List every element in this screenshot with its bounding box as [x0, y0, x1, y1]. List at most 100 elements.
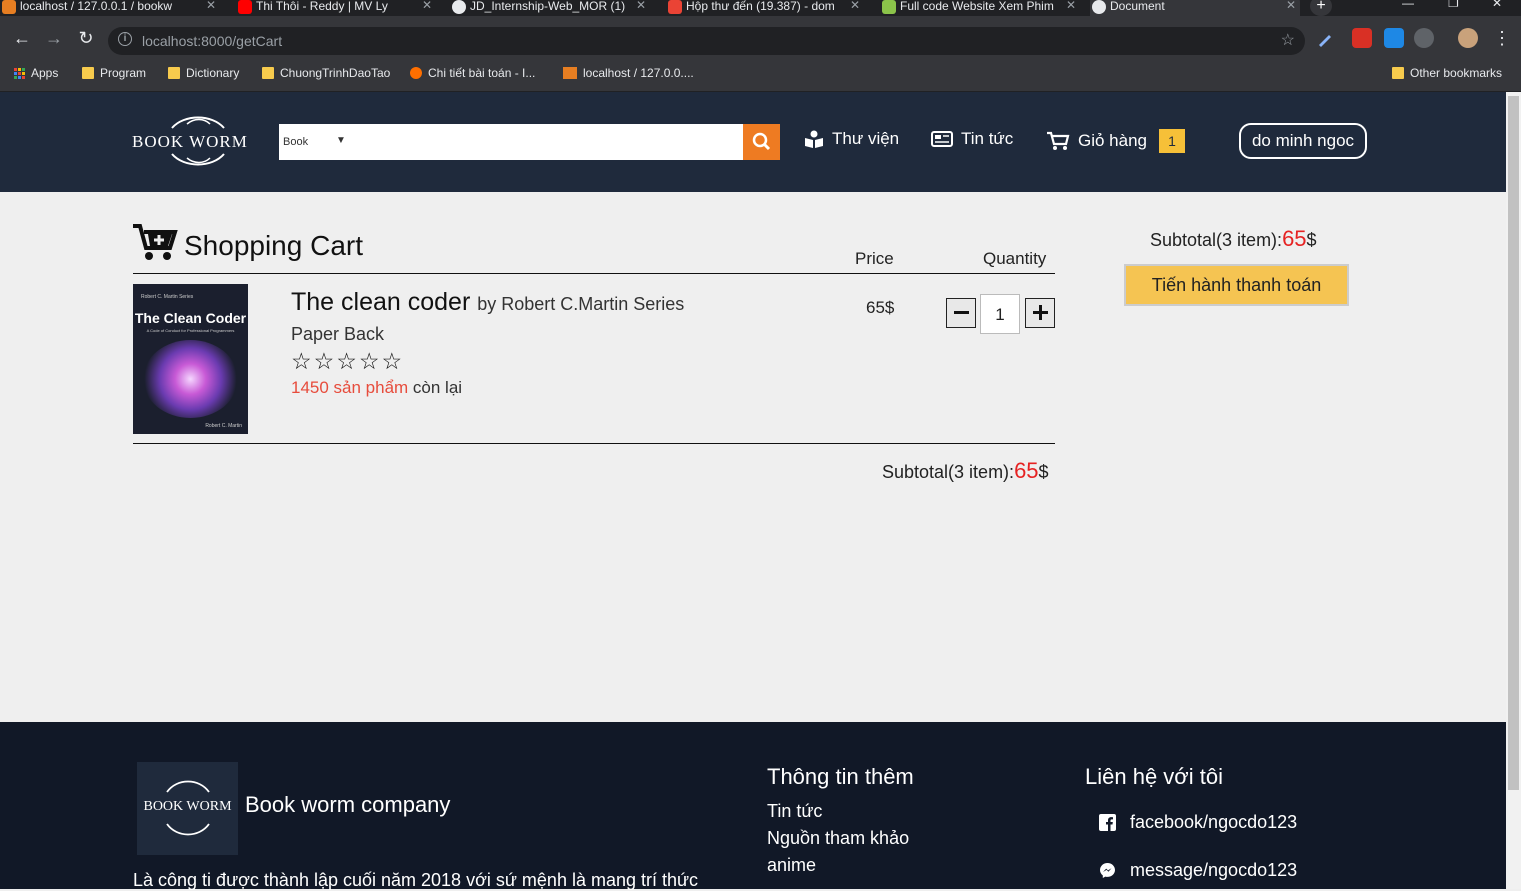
quantity-input[interactable]: 1 — [980, 294, 1020, 334]
forward-icon[interactable]: → — [42, 26, 66, 50]
gmail-icon — [668, 0, 682, 14]
search-icon — [752, 132, 771, 151]
checkout-button[interactable]: Tiến hành thanh toán — [1124, 264, 1349, 306]
search-box: Book ▼ — [279, 124, 743, 160]
drop-extension-icon[interactable] — [1384, 28, 1404, 48]
user-menu-button[interactable]: do minh ngoc — [1239, 123, 1367, 159]
divider — [133, 443, 1055, 444]
page-scrollbar[interactable] — [1506, 92, 1521, 889]
back-icon[interactable]: ← — [10, 26, 34, 50]
close-tab-icon[interactable]: ✕ — [850, 0, 860, 12]
browser-tab[interactable]: localhost / 127.0.0.1 / bookw ✕ — [0, 0, 220, 16]
contact-facebook[interactable]: facebook/ngocdo123 — [1099, 812, 1297, 833]
youtube-icon — [238, 0, 252, 14]
footer-link[interactable]: Tin tức — [767, 801, 822, 822]
cart-icon — [1047, 131, 1070, 150]
book-author: by Robert C.Martin Series — [477, 294, 685, 314]
address-bar[interactable]: i localhost:8000/getCart ☆ — [108, 27, 1305, 55]
logo-text: BOOK WORM — [143, 799, 232, 814]
search-category-select[interactable]: Book — [283, 136, 308, 148]
site-icon — [410, 67, 422, 79]
close-tab-icon[interactable]: ✕ — [206, 0, 216, 12]
tab-title: localhost / 127.0.0.1 / bookw — [20, 0, 173, 13]
nav-label: Thư viện — [832, 129, 900, 148]
footer-logo[interactable]: BOOK WORM — [137, 762, 238, 855]
nav-library[interactable]: Thư viện — [804, 129, 899, 149]
restore-icon[interactable]: ❐ — [1448, 0, 1459, 10]
cover-subtitle: A Code of Conduct for Professional Progr… — [146, 328, 235, 333]
bookmark-folder[interactable]: Program — [82, 66, 146, 80]
tab-title: Full code Website Xem Phim — [900, 0, 1054, 13]
search-input[interactable] — [351, 128, 737, 156]
subtotal-summary: Subtotal(3 item):65$ — [1150, 226, 1317, 252]
adblock-extension-icon[interactable] — [1352, 28, 1372, 48]
reload-icon[interactable]: ↻ — [74, 26, 98, 50]
logo-text: BOOK WORM — [132, 132, 248, 151]
bookmark-folder[interactable]: ChuongTrinhDaoTao — [262, 66, 390, 80]
browser-tab[interactable]: Full code Website Xem Phim ✕ — [880, 0, 1080, 16]
site-logo[interactable]: BOOK WORM — [132, 112, 264, 168]
subtotal-label: Subtotal(3 item): — [882, 462, 1015, 482]
nav-cart[interactable]: Giỏ hàng 1 — [1046, 129, 1185, 153]
folder-icon — [82, 67, 94, 79]
browser-tab[interactable]: Hộp thư đến (19.387) - dom ✕ — [666, 0, 864, 16]
search-button[interactable] — [743, 124, 780, 160]
yab-extension-icon[interactable] — [1414, 28, 1434, 48]
new-tab-button[interactable]: + — [1310, 0, 1332, 16]
book-format: Paper Back — [291, 324, 385, 344]
plus-icon — [1032, 305, 1048, 320]
chevron-down-icon[interactable]: ▼ — [336, 135, 346, 146]
close-tab-icon[interactable]: ✕ — [1286, 0, 1296, 12]
apps-grid-icon — [14, 67, 25, 79]
cover-title: The Clean Coder — [134, 310, 247, 326]
company-name: Book worm company — [245, 792, 451, 817]
tab-title: Document — [1110, 0, 1165, 13]
bookmark-apps[interactable]: Apps — [14, 66, 58, 80]
messenger-icon — [1100, 863, 1115, 878]
rating-stars[interactable]: ☆☆☆☆☆ — [291, 348, 404, 375]
nav-label: Giỏ hàng — [1078, 131, 1147, 150]
url-text: localhost:8000/getCart — [142, 33, 283, 49]
nebula-image — [143, 340, 238, 418]
book-cover[interactable]: Robert C. Martin Series The Clean Coder … — [133, 284, 248, 434]
close-tab-icon[interactable]: ✕ — [422, 0, 432, 12]
scrollbar-thumb[interactable] — [1508, 96, 1519, 790]
book-title[interactable]: The clean coder — [291, 288, 470, 316]
bookmark-label: ChuongTrinhDaoTao — [280, 66, 391, 80]
browser-tab[interactable]: Thi Thôi - Reddy | MV Ly ✕ — [236, 0, 436, 16]
folder-icon — [168, 67, 180, 79]
pen-extension-icon[interactable] — [1316, 30, 1334, 48]
bookmark-label: Apps — [31, 66, 59, 80]
minimize-icon[interactable]: — — [1402, 0, 1414, 10]
book-title-line: The clean coder by Robert C.Martin Serie… — [291, 288, 684, 317]
footer-link[interactable]: Nguồn tham khảo — [767, 828, 909, 849]
contact-messenger[interactable]: message/ngocdo123 — [1099, 860, 1297, 881]
company-description: Là công ti được thành lập cuối năm 2018 … — [133, 870, 699, 890]
footer-link[interactable]: anime — [767, 855, 816, 876]
profile-avatar-icon[interactable] — [1458, 28, 1478, 48]
close-window-icon[interactable]: ✕ — [1492, 0, 1502, 10]
nav-news[interactable]: Tin tức — [931, 129, 1013, 149]
close-tab-icon[interactable]: ✕ — [636, 0, 646, 12]
browser-tab-active[interactable]: Document ✕ — [1090, 0, 1300, 16]
info-icon[interactable]: i — [118, 32, 132, 46]
info-heading: Thông tin thêm — [767, 764, 914, 789]
folder-icon — [1392, 67, 1404, 79]
other-bookmarks[interactable]: Other bookmarks — [1392, 66, 1502, 80]
decrease-quantity-button[interactable] — [946, 298, 976, 328]
site-icon — [882, 0, 896, 14]
close-tab-icon[interactable]: ✕ — [1066, 0, 1076, 12]
bookmark-link[interactable]: localhost / 127.0.0.... — [563, 66, 694, 80]
divider — [133, 273, 1055, 274]
browser-toolbar: ← → ↻ i localhost:8000/getCart ☆ ⋮ — [0, 16, 1521, 62]
quantity-column-header: Quantity — [983, 249, 1047, 268]
bookmark-folder[interactable]: Dictionary — [168, 66, 239, 80]
subtotal-value: 65 — [1014, 458, 1039, 483]
bookmark-star-icon[interactable]: ☆ — [1281, 30, 1295, 50]
cart-plus-icon — [133, 224, 178, 260]
bookmark-label: Other bookmarks — [1410, 66, 1503, 80]
bookmark-link[interactable]: Chi tiết bài toán - I... — [410, 66, 535, 80]
browser-tab[interactable]: JD_Internship-Web_MOR (1) ✕ — [450, 0, 650, 16]
menu-dots-icon[interactable]: ⋮ — [1490, 26, 1514, 50]
increase-quantity-button[interactable] — [1025, 298, 1055, 328]
